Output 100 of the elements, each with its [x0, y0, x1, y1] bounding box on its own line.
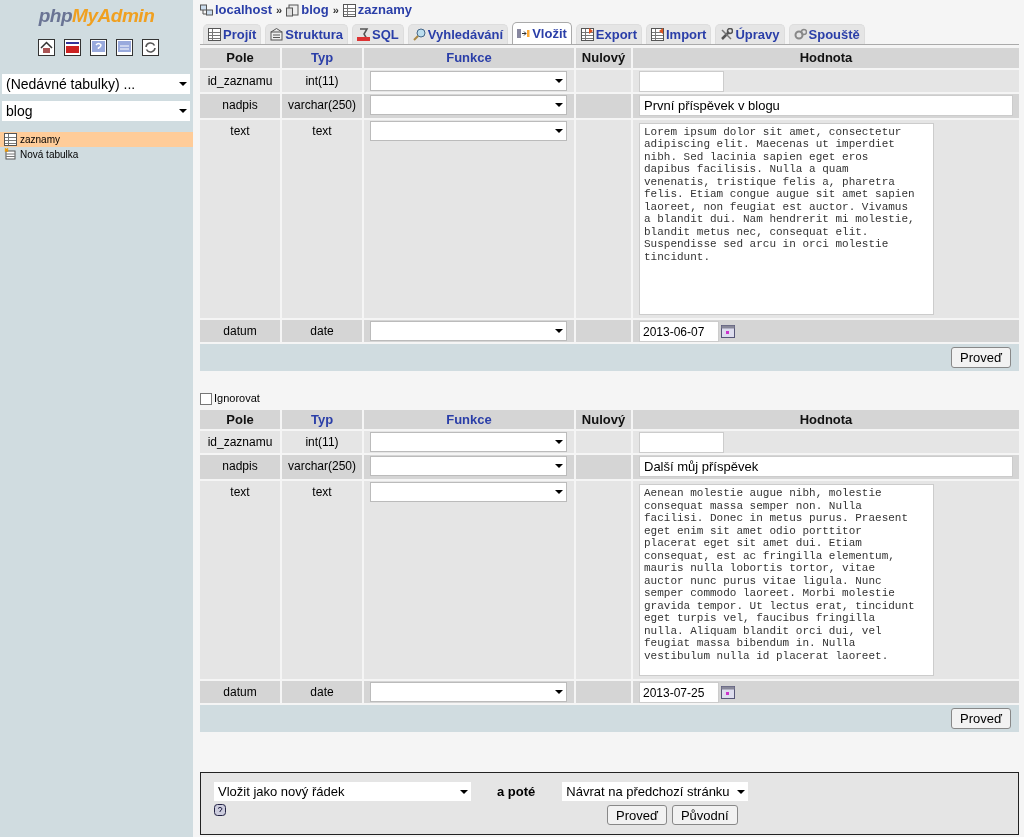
refresh-icon[interactable]	[142, 39, 159, 56]
calendar-icon[interactable]	[721, 324, 735, 338]
dropdown[interactable]	[370, 320, 567, 341]
table-cell	[576, 93, 631, 118]
table-cell: nadpis	[200, 93, 280, 118]
sort-link[interactable]: Funkce	[364, 409, 574, 429]
separator: »	[332, 2, 339, 18]
table-cell: datum	[200, 319, 280, 342]
caret-icon	[554, 77, 564, 84]
dropdown[interactable]: Návrat na předchozí stránku	[562, 782, 749, 802]
table-cell: nadpis	[200, 455, 280, 479]
column-header: Hodnota	[633, 409, 1019, 429]
separator: »	[276, 2, 283, 18]
sql-icon	[357, 28, 371, 41]
breadcrumb-link[interactable]: blog	[301, 0, 329, 20]
column-header: Nulový	[576, 48, 631, 68]
checkbox-label: Ignorovat	[214, 391, 260, 407]
database-icon	[286, 3, 300, 17]
column-header: Pole	[200, 48, 280, 68]
dropdown[interactable]	[370, 482, 567, 502]
input-field[interactable]	[639, 432, 724, 453]
sort-link[interactable]: Typ	[282, 48, 362, 68]
help-icon[interactable]	[90, 39, 107, 56]
wrench-icon	[720, 28, 734, 41]
tree-item[interactable]: zaznamy	[0, 132, 193, 147]
dropdown[interactable]: (Nedávné tabulky) ...	[2, 74, 190, 94]
caret-icon	[554, 489, 564, 495]
tab[interactable]: Import	[646, 24, 712, 44]
tree-item[interactable]: Nová tabulka	[0, 147, 193, 162]
insert-icon	[517, 27, 531, 40]
caret-icon	[554, 327, 564, 334]
sort-link[interactable]: Typ	[282, 409, 362, 429]
tab[interactable]: Export	[575, 24, 642, 44]
home-icon[interactable]	[38, 39, 55, 56]
date-field[interactable]: 2013-06-07	[639, 320, 719, 342]
submit-button[interactable]: Proveď	[951, 346, 1011, 368]
table-cell	[576, 69, 631, 92]
checkbox[interactable]	[200, 392, 212, 405]
table-cell: datum	[200, 681, 280, 703]
tab[interactable]: Vložit	[512, 22, 572, 44]
tab[interactable]: Spouště	[788, 24, 865, 44]
search-icon	[412, 28, 426, 41]
date-field[interactable]: 2013-07-25	[639, 682, 719, 703]
dropdown[interactable]	[370, 70, 567, 91]
tab[interactable]: Úpravy	[715, 24, 785, 44]
table-cell: date	[282, 681, 362, 703]
caret-icon	[736, 788, 747, 795]
tab[interactable]: Projít	[203, 24, 262, 44]
dropdown[interactable]	[370, 682, 567, 702]
table-cell: varchar(250)	[282, 93, 362, 118]
logo: phpMyAdmin	[38, 6, 155, 25]
structure-icon	[270, 28, 284, 41]
caret-icon	[178, 81, 188, 87]
table-icon	[208, 28, 221, 41]
dropdown[interactable]: Vložit jako nový řádek	[214, 782, 471, 802]
table-cell: text	[200, 119, 280, 318]
text-area[interactable]: Lorem ipsum dolor sit amet, consectetur adipiscing elit. Maecenas ut imperdiet nibh. Sed lacinia sapien eget eros dapibus facilisis. Nulla a quam venenatis, tristique felis a, pharetra felis. Etiam congue augue sit amet sapien laoreet, non feugiat est auctor. Vivamus a blandit dui. Nam hendrerit mi molestie, blandit metus nec, consequat elit. Suspendisse sed arcu in orci molestie tincidunt.	[639, 122, 934, 315]
table-cell: varchar(250)	[282, 455, 362, 479]
sort-link[interactable]: Funkce	[364, 48, 574, 68]
new-table-icon	[4, 148, 17, 161]
calendar-icon[interactable]	[721, 686, 735, 699]
button[interactable]: Původní	[671, 804, 738, 825]
breadcrumb-link[interactable]: zaznamy	[357, 0, 412, 20]
caret-icon	[554, 463, 564, 469]
table-icon	[4, 133, 17, 146]
caret-icon	[554, 127, 564, 134]
tab[interactable]: Vyhledávání	[407, 24, 509, 44]
dropdown[interactable]	[370, 456, 567, 476]
caret-icon	[554, 101, 564, 108]
dropdown[interactable]: blog	[2, 101, 190, 121]
table-cell	[576, 681, 631, 703]
tab[interactable]: Struktura	[265, 24, 349, 44]
caret-icon	[554, 689, 564, 695]
dropdown[interactable]	[370, 94, 567, 115]
table-cell: id_zaznamu	[200, 69, 280, 92]
input-field[interactable]: Další můj příspěvek	[639, 456, 1013, 477]
submit-button[interactable]: Proveď	[951, 708, 1011, 729]
dropdown[interactable]	[370, 120, 567, 141]
caret-icon	[459, 788, 469, 795]
sql-help-icon[interactable]	[116, 39, 133, 56]
table-cell	[576, 319, 631, 342]
table-cell: int(11)	[282, 431, 362, 453]
column-header: Nulový	[576, 409, 631, 429]
sql-query-icon[interactable]	[64, 39, 81, 56]
table-cell: text	[282, 119, 362, 318]
text-area[interactable]: Aenean molestie augue nibh, molestie consequat massa semper non. Nulla facilisi. Donec in metus purus. Praesent eget enim sit amet odio porttitor placerat eget sit amet dui. Etiam consequat, est ac fringilla elementum, mauris nulla lobortis tortor, vitae auctor nunc purus vitae ligula. Nunc semper commodo laoreet. Morbi molestie gravida tempor. Ut lectus erat, tincidunt eget turpis vel, faucibus fringilla nulla. Aliquam blandit orci dui, vel feugiat massa bibendum in. Nulla vestibulum nulla id placerat laoreet.	[639, 484, 934, 676]
gears-icon	[793, 28, 807, 41]
table-cell: text	[282, 481, 362, 679]
dropdown[interactable]	[370, 432, 567, 452]
help-icon[interactable]	[214, 803, 226, 816]
column-header: Hodnota	[633, 48, 1019, 68]
breadcrumb-link[interactable]: localhost	[215, 0, 273, 20]
caret-icon	[554, 439, 564, 445]
table-cell	[576, 455, 631, 479]
server-icon	[200, 3, 213, 17]
input-field[interactable]	[639, 70, 724, 92]
input-field[interactable]: První příspěvek v blogu	[639, 94, 1013, 116]
table-icon	[342, 3, 356, 17]
button[interactable]: Proveď	[607, 804, 667, 825]
tab[interactable]: SQL	[352, 24, 404, 44]
